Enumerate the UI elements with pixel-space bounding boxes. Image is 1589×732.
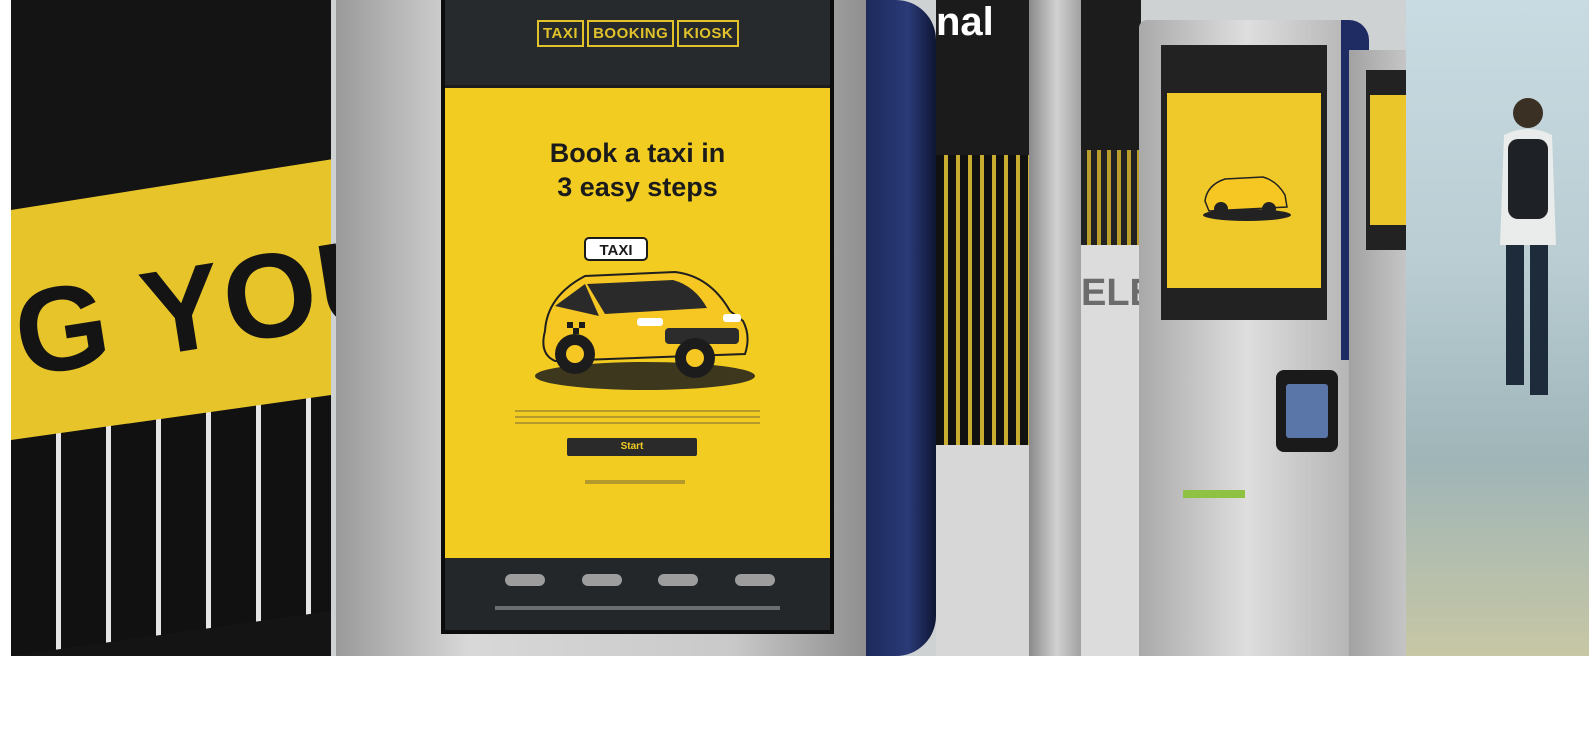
middle-wall: nal bbox=[936, 0, 1036, 656]
overhead-sign: nal bbox=[936, 0, 994, 44]
faint-link bbox=[585, 480, 685, 484]
wall-stripes bbox=[11, 395, 331, 656]
partner-logo bbox=[658, 574, 699, 586]
brand-word-taxi: TAXI bbox=[537, 20, 585, 47]
taxi-roof-sign: TAXI bbox=[599, 242, 632, 259]
partner-logos bbox=[505, 574, 775, 586]
partner-logo bbox=[505, 574, 545, 586]
main-kiosk-screen: TAXI BOOKING KIOSK Book a taxi in 3 easy… bbox=[441, 0, 834, 634]
screen-header: TAXI BOOKING KIOSK bbox=[445, 0, 830, 85]
card-reader bbox=[1276, 370, 1338, 452]
second-kiosk-screen-content bbox=[1167, 93, 1321, 288]
terms-line bbox=[495, 606, 780, 610]
ticket-slot bbox=[1183, 490, 1245, 498]
terminal-window bbox=[1406, 0, 1589, 656]
second-kiosk-screen bbox=[1161, 45, 1327, 320]
pillar bbox=[1029, 0, 1084, 656]
left-wall: G YOU bbox=[11, 0, 416, 656]
kiosk-brand: TAXI BOOKING KIOSK bbox=[537, 20, 740, 47]
small-taxi-icon bbox=[1203, 176, 1291, 221]
fine-print bbox=[515, 406, 760, 424]
start-button: Start bbox=[567, 438, 697, 456]
third-kiosk-screen bbox=[1366, 70, 1411, 250]
screen-content: Book a taxi in 3 easy steps TAXI Start bbox=[445, 88, 830, 558]
traveler-figure bbox=[1500, 98, 1556, 395]
right-wall-stripes bbox=[1081, 150, 1141, 245]
taxi-car-icon: TAXI bbox=[535, 237, 755, 390]
brand-word-kiosk: KIOSK bbox=[677, 20, 740, 47]
partner-logo bbox=[581, 574, 622, 586]
brand-word-booking: BOOKING bbox=[587, 20, 675, 47]
main-kiosk-side-panel bbox=[866, 0, 936, 656]
middle-wall-lower bbox=[936, 445, 1036, 656]
screen-headline: Book a taxi in 3 easy steps bbox=[549, 138, 726, 202]
partner-logo bbox=[734, 574, 775, 586]
middle-wall-stripes bbox=[936, 155, 1036, 445]
screen-footer bbox=[445, 558, 830, 630]
kiosk-photo: G YOU TAXI BOOKING KIOSK Book a taxi in … bbox=[11, 0, 1589, 656]
right-wall: ELBOU bbox=[1081, 0, 1214, 656]
